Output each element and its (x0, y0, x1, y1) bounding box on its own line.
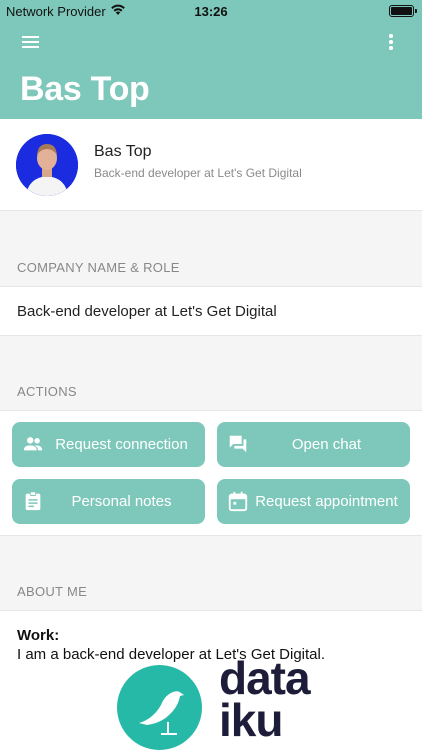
company-role-row: Back-end developer at Let's Get Digital (0, 286, 422, 336)
logo-line-2: iku (219, 694, 283, 746)
calendar-icon (228, 491, 248, 512)
logo-line-1: data (219, 652, 311, 704)
profile-card: Bas Top Back-end developer at Let's Get … (0, 119, 422, 211)
request-appointment-label: Request appointment (255, 493, 398, 510)
company-section-header: COMPANY NAME & ROLE (17, 260, 180, 275)
status-bar: Network Provider 13:26 (0, 0, 422, 22)
chat-icon (229, 435, 247, 453)
avatar (16, 134, 78, 196)
request-appointment-button[interactable]: Request appointment (217, 479, 410, 524)
company-role-value: Back-end developer at Let's Get Digital (17, 303, 277, 320)
personal-notes-label: Personal notes (71, 493, 172, 510)
personal-notes-button[interactable]: Personal notes (12, 479, 205, 524)
work-label: Work: (17, 627, 60, 644)
actions-panel: Request connection Open chat Personal no… (0, 410, 422, 536)
open-chat-label: Open chat (291, 436, 362, 453)
open-chat-button[interactable]: Open chat (217, 422, 410, 467)
bird-icon (117, 665, 202, 750)
profile-name: Bas Top (94, 143, 152, 160)
battery-icon (389, 5, 417, 17)
hamburger-menu-icon[interactable] (22, 36, 39, 50)
clipboard-icon (25, 491, 41, 511)
dataiku-logo: data iku (117, 655, 317, 750)
profile-role: Back-end developer at Let's Get Digital (94, 166, 302, 180)
page-title: Bas Top (20, 70, 150, 108)
more-vertical-icon[interactable] (388, 34, 394, 52)
request-connection-button[interactable]: Request connection (12, 422, 205, 467)
request-connection-label: Request connection (55, 436, 188, 453)
app-bar: Bas Top (0, 22, 422, 119)
clock: 13:26 (194, 4, 228, 19)
people-icon (23, 437, 43, 451)
about-section-header: ABOUT ME (17, 584, 88, 599)
logo-wordmark: data iku (219, 652, 311, 746)
actions-section-header: ACTIONS (17, 384, 77, 399)
